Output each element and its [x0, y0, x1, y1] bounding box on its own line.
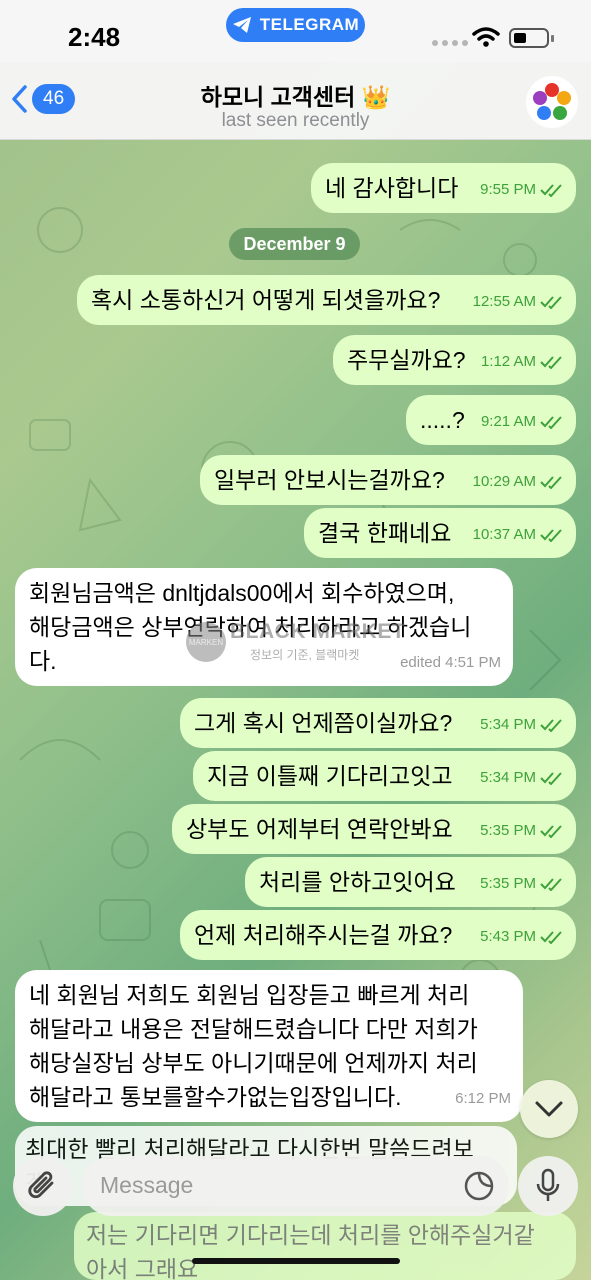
read-checks-icon	[540, 184, 562, 197]
message-text: 일부러 안보시는걸까요?	[214, 467, 445, 493]
battery-tip	[551, 35, 554, 42]
watermark-title: BLACK MARKET	[230, 620, 406, 643]
message-bubble-outgoing[interactable]: 그게 혹시 언제쯤이실까요? 5:34 PM	[180, 698, 576, 748]
message-time: 10:37 AM	[472, 526, 536, 543]
read-checks-icon	[540, 529, 562, 542]
message-text: 결국 한패네요	[318, 520, 452, 546]
attach-button[interactable]	[13, 1156, 73, 1216]
message-line: 회원님금액은 dnltjdals00에서 회수하였으며,	[29, 580, 455, 606]
message-time: 1:12 AM	[480, 353, 536, 370]
message-meta: 10:37 AM	[473, 518, 564, 552]
wifi-icon	[472, 27, 500, 47]
home-indicator	[192, 1258, 400, 1264]
message-meta: 5:34 PM	[480, 761, 564, 795]
status-time: 2:48	[68, 22, 121, 52]
message-bubble-outgoing[interactable]: 처리를 안하고잇어요 5:35 PM	[245, 857, 576, 907]
watermark-subtitle: 정보의 기준, 블랙마켓	[250, 648, 360, 662]
message-input-placeholder: Message	[100, 1172, 194, 1198]
message-line: 저는 기다리면 기다리는데 처리를 안해주실거같	[86, 1222, 535, 1248]
read-checks-icon	[540, 416, 562, 429]
watermark-logo: MARKEN	[186, 622, 226, 662]
message-text: 처리를 안하고잇어요	[259, 869, 456, 895]
message-time: 5:34 PM	[480, 716, 536, 733]
message-meta: 6:12 PM	[455, 1082, 511, 1116]
battery-icon	[509, 28, 549, 48]
message-input[interactable]: Message	[82, 1156, 509, 1216]
read-checks-icon	[540, 825, 562, 838]
read-checks-icon	[540, 719, 562, 732]
message-bubble-outgoing[interactable]: 저는 기다리면 기다리는데 처리를 안해주실거같 아서 그래요	[74, 1212, 576, 1280]
read-checks-icon	[540, 931, 562, 944]
avatar-logo-icon	[533, 83, 571, 120]
chevron-down-icon	[535, 1101, 563, 1117]
message-bubble-outgoing[interactable]: 지금 이틀째 기다리고잇고 5:34 PM	[193, 751, 576, 801]
message-time: 12:55 AM	[472, 293, 536, 310]
message-bubble-outgoing[interactable]: 일부러 안보시는걸까요? 10:29 AM	[200, 455, 576, 505]
microphone-icon	[536, 1168, 560, 1201]
message-bubble-outgoing[interactable]: 상부도 어제부터 연락안봐요 5:35 PM	[172, 804, 576, 854]
message-line: 아서 그래요	[86, 1256, 199, 1280]
read-checks-icon	[540, 878, 562, 891]
message-bubble-outgoing[interactable]: 주무실까요? 1:12 AM	[333, 335, 576, 385]
message-bubble-incoming[interactable]: 네 회원님 저희도 회원님 입장듣고 빠르게 처리 해달라고 내용은 전달해드렸…	[15, 970, 523, 1122]
message-meta: 9:55 PM	[480, 173, 564, 207]
message-meta: 9:21 AM	[481, 405, 564, 439]
message-line: 해달라고 통보를할수가없는입장입니다.	[29, 1084, 402, 1110]
message-bubble-outgoing[interactable]: 결국 한패네요 10:37 AM	[304, 508, 576, 558]
telegram-pill-label: TELEGRAM	[259, 15, 360, 34]
message-line: 네 회원님 저희도 회원님 입장듣고 빠르게 처리	[29, 982, 470, 1008]
message-line: 해당실장님 상부도 아니기때문에 언제까지 처리	[29, 1050, 478, 1076]
read-checks-icon	[540, 772, 562, 785]
message-time: 5:34 PM	[480, 769, 536, 786]
paperclip-icon	[28, 1171, 54, 1199]
message-bubble-outgoing[interactable]: 혹시 소통하신거 어떻게 되셧을까요? 12:55 AM	[77, 275, 576, 325]
status-bar: 2:48 TELEGRAM	[0, 0, 591, 62]
message-time: 9:55 PM	[480, 181, 536, 198]
message-bubble-outgoing[interactable]: 네 감사합니다 9:55 PM	[311, 163, 576, 213]
telegram-return-pill[interactable]: TELEGRAM	[226, 8, 365, 42]
chat-header: 46 하모니 고객센터 👑 last seen recently	[0, 62, 591, 140]
message-meta: 5:35 PM	[480, 867, 564, 901]
message-meta: 10:29 AM	[473, 465, 564, 499]
read-checks-icon	[540, 476, 562, 489]
chat-title[interactable]: 하모니 고객센터 👑	[0, 78, 591, 112]
message-bubble-outgoing[interactable]: 언제 처리해주시는걸 까요? 5:43 PM	[180, 910, 576, 960]
message-line: 해달라고 내용은 전달해드렸습니다 다만 저희가	[29, 1016, 478, 1042]
message-time: 5:43 PM	[480, 928, 536, 945]
watermark: MARKEN BLACK MARKET 정보의 기준, 블랙마켓	[186, 618, 426, 668]
message-time: 10:29 AM	[472, 473, 536, 490]
scroll-to-bottom-button[interactable]	[520, 1080, 578, 1138]
message-bubble-outgoing[interactable]: .....? 9:21 AM	[406, 395, 576, 445]
telegram-plane-icon	[232, 17, 251, 33]
date-separator: December 9	[229, 228, 360, 260]
message-text: 언제 처리해주시는걸 까요?	[194, 922, 453, 948]
chat-status: last seen recently	[221, 110, 370, 131]
message-time: 5:35 PM	[480, 822, 536, 839]
message-meta: 5:35 PM	[480, 814, 564, 848]
read-checks-icon	[540, 296, 562, 309]
message-text: 혹시 소통하신거 어떻게 되셧을까요?	[91, 287, 441, 313]
message-meta: 12:55 AM	[473, 285, 564, 319]
message-text: 주무실까요?	[347, 347, 466, 373]
message-meta: 5:34 PM	[480, 708, 564, 742]
message-meta: 5:43 PM	[480, 920, 564, 954]
microphone-button[interactable]	[518, 1156, 578, 1216]
avatar[interactable]	[526, 76, 578, 128]
cellular-signal-icon	[432, 40, 468, 46]
sticker-icon[interactable]	[463, 1170, 495, 1202]
message-text: 그게 혹시 언제쯤이실까요?	[194, 710, 453, 736]
message-text: .....?	[420, 407, 465, 433]
message-text: 지금 이틀째 기다리고잇고	[207, 763, 453, 789]
message-time: 6:12 PM	[455, 1090, 511, 1107]
message-meta: 1:12 AM	[481, 345, 564, 379]
read-checks-icon	[540, 356, 562, 369]
message-time: 9:21 AM	[480, 413, 536, 430]
message-time: 5:35 PM	[480, 875, 536, 892]
message-text: 상부도 어제부터 연락안봐요	[186, 816, 453, 842]
message-text: 네 감사합니다	[325, 175, 459, 201]
